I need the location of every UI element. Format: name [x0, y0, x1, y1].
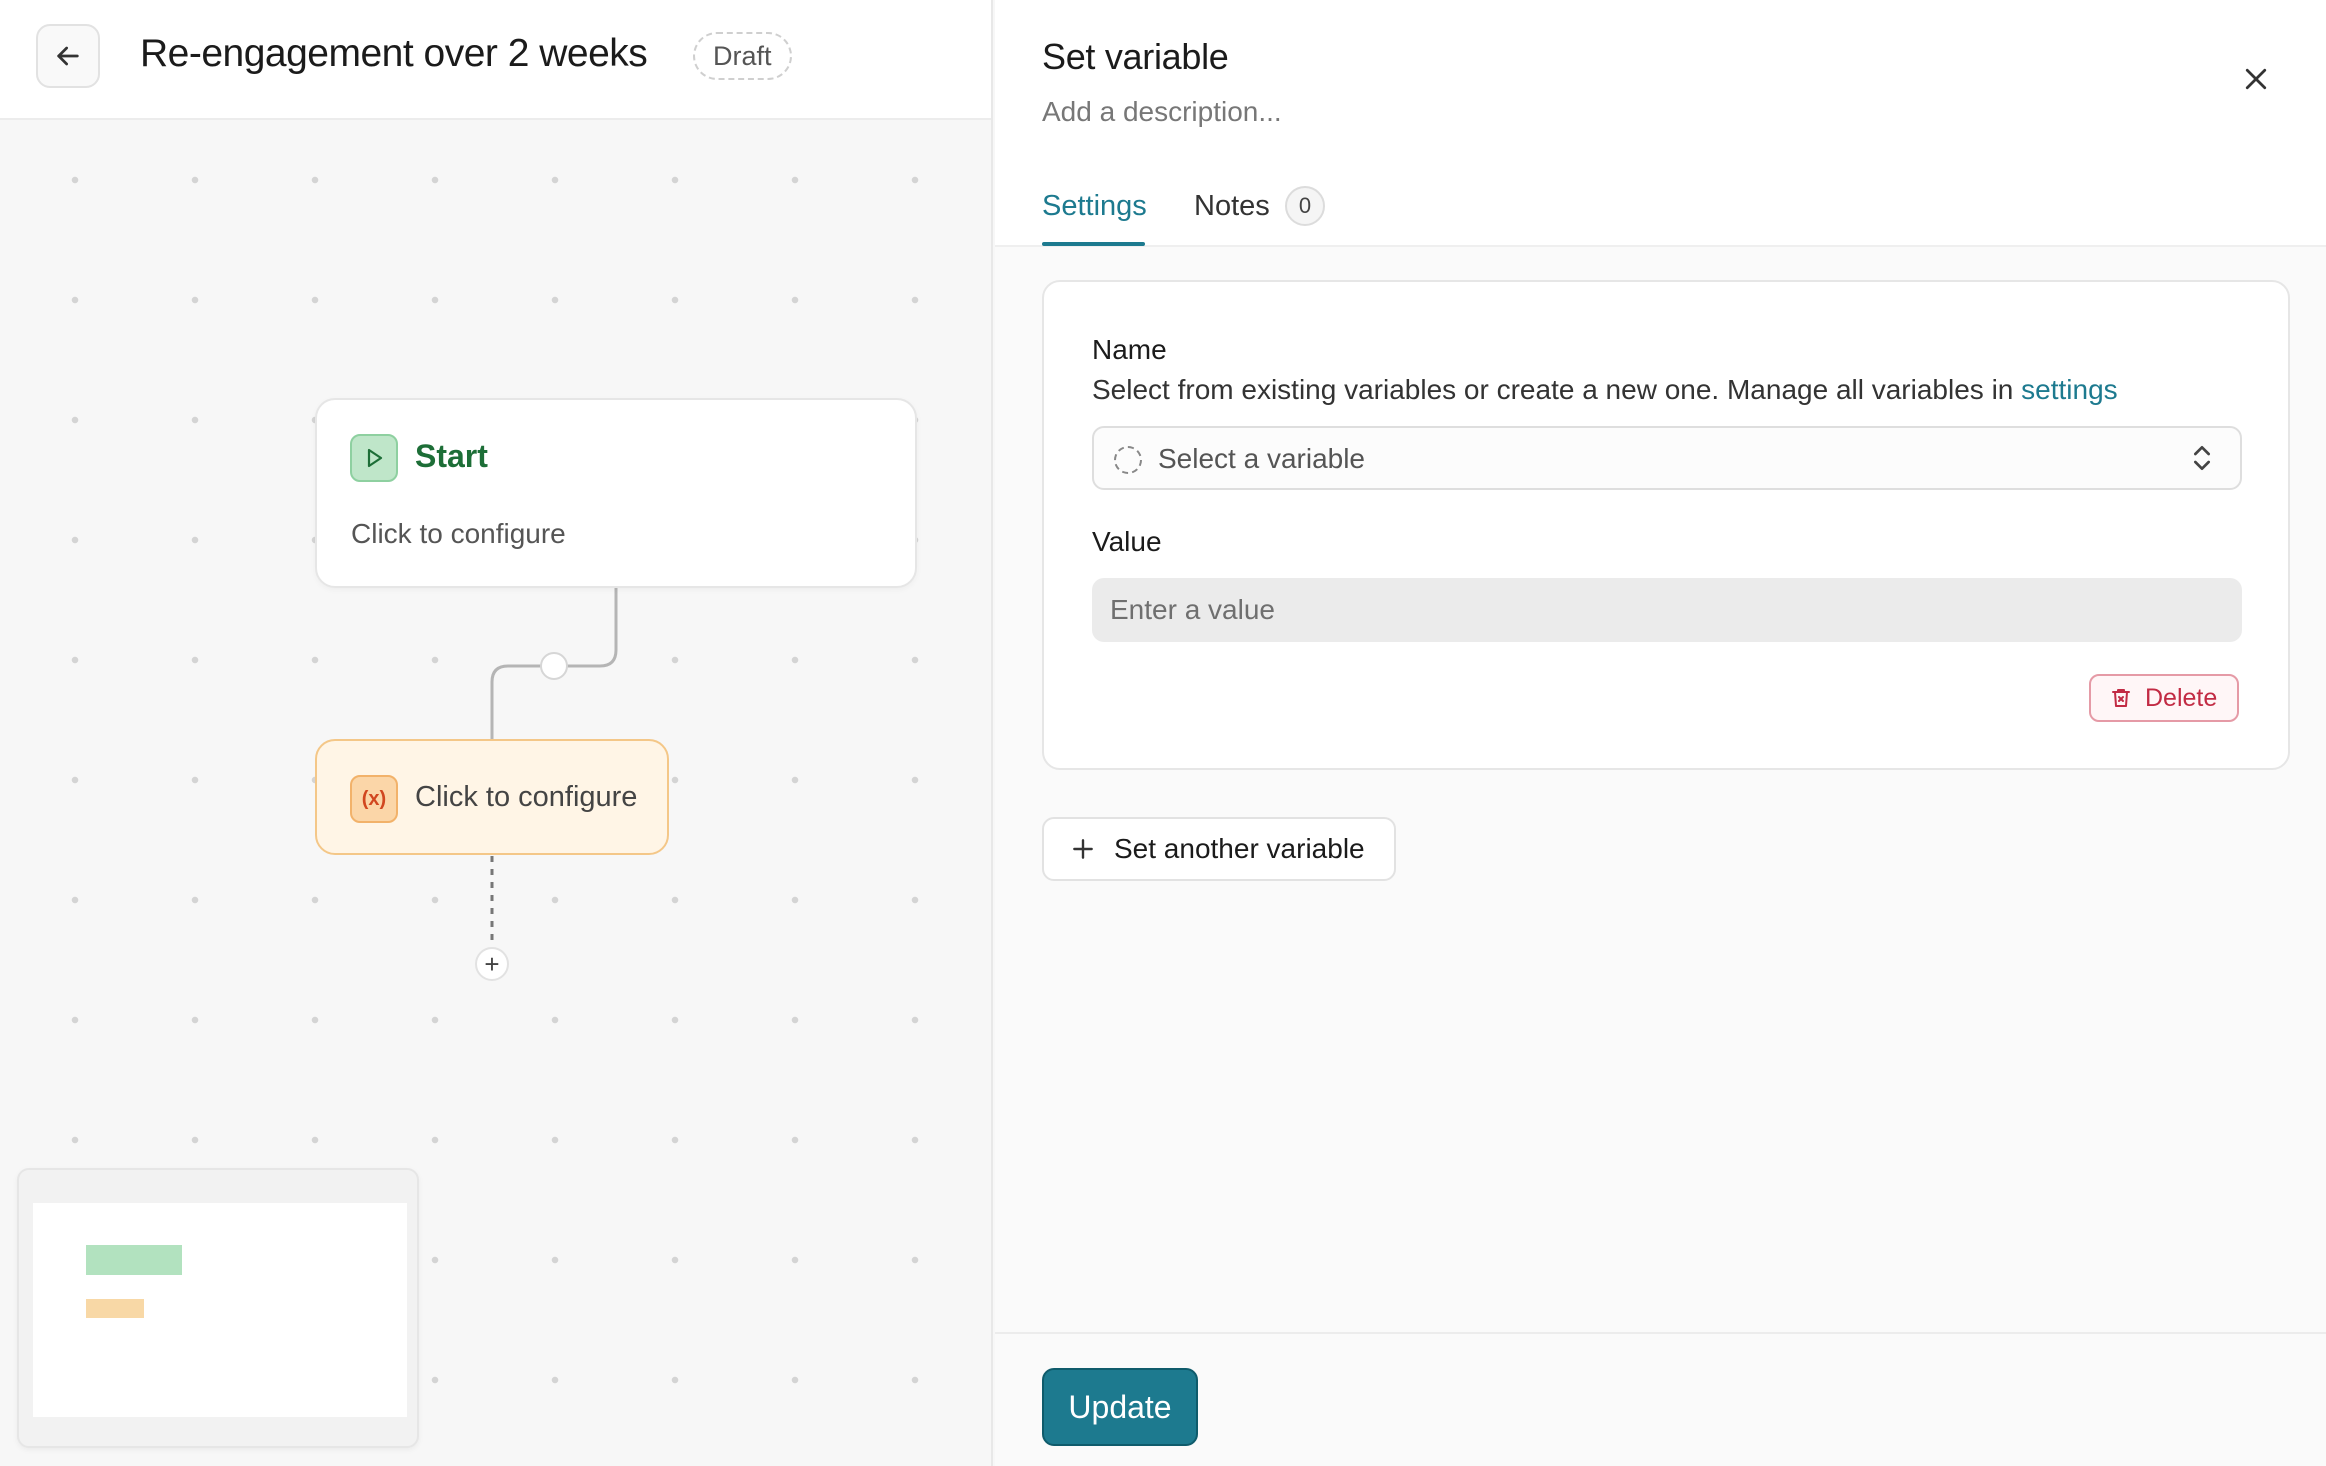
- flow-canvas[interactable]: Start Click to configure (x) Click to co…: [0, 120, 991, 1466]
- active-tab-indicator: [1042, 242, 1145, 246]
- update-button[interactable]: Update: [1042, 1368, 1198, 1446]
- start-node-subtitle: Click to configure: [351, 518, 566, 549]
- minimap[interactable]: [17, 1168, 419, 1448]
- variable-select[interactable]: Select a variable: [1092, 426, 2242, 490]
- play-icon: [367, 448, 383, 468]
- page-title: Re-engagement over 2 weeks: [140, 32, 648, 75]
- settings-link[interactable]: settings: [2021, 374, 2118, 405]
- minimap-start-node: [86, 1245, 182, 1275]
- notes-count-badge: 0: [1285, 186, 1325, 226]
- minimap-variable-node: [86, 1299, 144, 1318]
- name-help-text: Select from existing variables or create…: [1092, 374, 2118, 406]
- panel-header: Set variable Add a description... Settin…: [995, 0, 2326, 247]
- tab-settings[interactable]: Settings: [1042, 190, 1147, 223]
- chevron-up-down-icon: [2194, 446, 2210, 470]
- set-variable-node[interactable]: (x) Click to configure: [315, 739, 669, 855]
- status-badge: Draft: [693, 32, 792, 80]
- arrow-left-icon: [57, 46, 79, 66]
- variable-select-placeholder: Select a variable: [1158, 443, 1366, 474]
- add-step-button[interactable]: +: [475, 947, 509, 981]
- panel-footer: Update: [995, 1332, 2326, 1466]
- dashed-circle-icon: [1114, 446, 1142, 474]
- panel-title: Set variable: [1042, 36, 1229, 77]
- start-node[interactable]: Start Click to configure: [315, 398, 917, 588]
- delete-button[interactable]: Delete: [2089, 674, 2239, 722]
- close-button[interactable]: [2235, 58, 2277, 100]
- plus-icon: [1073, 839, 1093, 859]
- start-node-icon: [350, 434, 398, 482]
- variable-icon: (x): [350, 775, 398, 823]
- set-another-variable-button[interactable]: Set another variable: [1042, 817, 1396, 881]
- tab-notes[interactable]: Notes: [1194, 190, 1270, 223]
- variable-card: Name Select from existing variables or c…: [1042, 280, 2290, 770]
- delete-label: Delete: [2145, 683, 2218, 712]
- start-node-title: Start: [415, 438, 488, 474]
- workflow-canvas-area: Re-engagement over 2 weeks Draft Start C…: [0, 0, 993, 1466]
- minimap-viewport: [33, 1203, 407, 1417]
- description-field[interactable]: Add a description...: [1042, 96, 1282, 128]
- close-icon: [2245, 68, 2267, 90]
- back-button[interactable]: [36, 24, 100, 88]
- set-variable-panel: Set variable Add a description... Settin…: [995, 0, 2326, 1466]
- workflow-header: Re-engagement over 2 weeks Draft: [0, 0, 991, 120]
- set-another-variable-label: Set another variable: [1114, 833, 1365, 864]
- variable-node-label: Click to configure: [415, 781, 638, 813]
- name-help-copy: Select from existing variables or create…: [1092, 374, 2022, 405]
- trash-icon: [2112, 689, 2130, 707]
- name-label: Name: [1092, 334, 1167, 365]
- connector-junction: [540, 652, 568, 680]
- value-label: Value: [1092, 526, 1162, 557]
- value-input[interactable]: [1092, 578, 2242, 642]
